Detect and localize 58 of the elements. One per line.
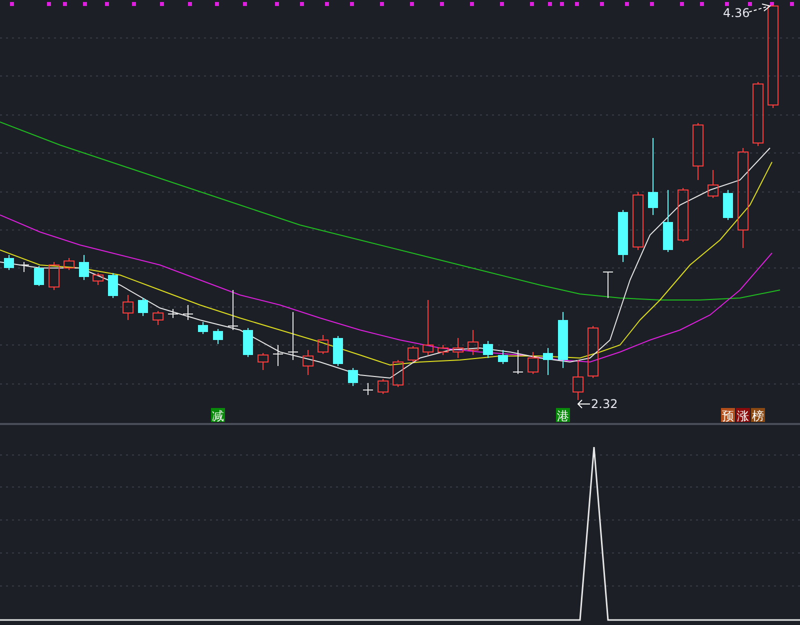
candlestick	[243, 328, 253, 358]
signal-badge: 港	[556, 408, 570, 423]
candlestick	[64, 258, 74, 270]
candlestick	[182, 304, 194, 320]
candlestick	[752, 82, 764, 146]
candlestick	[258, 352, 268, 370]
signal-badge: 减	[211, 408, 225, 423]
candlestick	[18, 262, 30, 272]
candlestick	[333, 336, 343, 366]
candlestick	[618, 210, 628, 262]
candlestick	[138, 298, 148, 316]
candlestick	[663, 190, 673, 252]
low-price-label: 2.32	[591, 397, 618, 411]
candlestick	[452, 338, 464, 358]
arrow-icon	[577, 400, 590, 408]
candlestick	[692, 122, 704, 180]
candlestick	[198, 322, 208, 334]
candlestick	[48, 262, 60, 290]
candlestick	[288, 312, 298, 360]
candlestick	[708, 170, 718, 198]
candlestick	[543, 348, 553, 376]
signal-badge: 预	[721, 408, 735, 423]
candlestick	[438, 344, 448, 356]
candlestick	[408, 346, 418, 362]
signal-badge: 榜	[751, 408, 765, 423]
candlestick	[678, 188, 688, 242]
candlestick	[572, 360, 584, 400]
candlestick	[272, 344, 284, 366]
candlestick	[498, 350, 508, 364]
candlestick	[318, 334, 328, 354]
candlestick	[92, 272, 104, 286]
candlestick	[79, 254, 89, 280]
candlestick	[348, 368, 358, 386]
candlestick	[422, 300, 434, 356]
candlestick	[588, 326, 598, 378]
candlestick	[4, 254, 14, 270]
signal-badge: 涨	[736, 408, 750, 423]
high-price-label: 4.36	[723, 6, 750, 20]
candlestick	[108, 272, 118, 298]
candlestick	[302, 350, 314, 376]
candlestick	[558, 312, 568, 368]
candlestick	[168, 308, 178, 318]
arrow-icon	[748, 4, 772, 12]
candlestick	[362, 382, 374, 396]
candlestick	[122, 294, 134, 320]
candlestick	[632, 192, 644, 250]
candlestick	[228, 290, 238, 330]
candlestick	[468, 330, 478, 356]
candlestick	[213, 328, 223, 344]
candlestick	[528, 352, 538, 374]
candlestick	[512, 350, 524, 374]
candlestick	[723, 190, 733, 220]
candlestick	[392, 360, 404, 388]
candlestick	[602, 272, 614, 298]
candlestick	[483, 340, 493, 358]
candlestick	[378, 378, 388, 394]
candlestick	[152, 310, 164, 326]
candlestick	[34, 266, 44, 286]
